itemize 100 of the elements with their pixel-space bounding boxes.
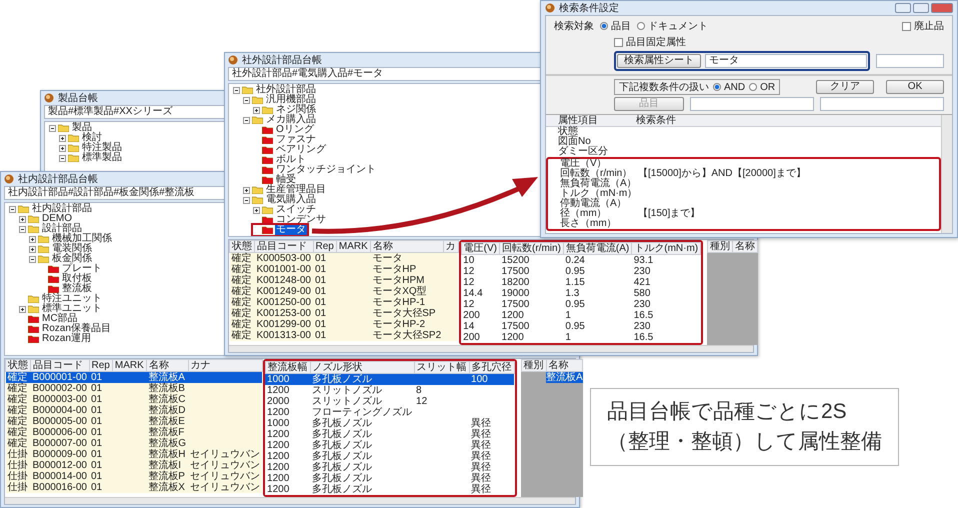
tree-item[interactable]: 取付板 bbox=[61, 274, 93, 284]
expand-icon[interactable] bbox=[59, 144, 66, 152]
maximize-button[interactable] bbox=[913, 3, 929, 13]
collapse-icon[interactable] bbox=[59, 154, 66, 162]
expand-icon[interactable] bbox=[29, 246, 36, 252]
radio-button[interactable] bbox=[749, 83, 758, 91]
clear-button[interactable]: クリア bbox=[816, 80, 874, 94]
scrollbar[interactable] bbox=[229, 345, 753, 352]
column-header[interactable]: 名称 bbox=[546, 360, 583, 372]
table-row[interactable]: 1000 多孔板ノズル 100 bbox=[265, 374, 514, 385]
radio-button[interactable] bbox=[713, 83, 721, 91]
column-header[interactable]: 名称 bbox=[370, 240, 444, 252]
table-row[interactable]: 仕掛 B000014-00 01 整流板P セイリュウバン bbox=[6, 471, 262, 482]
input-field[interactable]: モータ bbox=[705, 54, 867, 68]
column-header[interactable]: 種別 bbox=[708, 240, 733, 252]
scrollbar[interactable] bbox=[941, 115, 952, 233]
table-row[interactable]: 確定 K001299-00 01 モータHP-2 bbox=[230, 319, 458, 330]
column-header[interactable]: 無負荷電流(A) bbox=[563, 242, 632, 254]
expand-icon[interactable] bbox=[253, 206, 260, 214]
tree-item[interactable]: 汎用機部品 bbox=[265, 95, 317, 105]
column-header[interactable]: MARK bbox=[112, 360, 146, 372]
tree-item[interactable]: 板金関係 bbox=[51, 254, 93, 264]
tree-item[interactable]: スイッチ bbox=[275, 205, 317, 215]
column-header[interactable]: カナ bbox=[188, 360, 262, 372]
tree-item[interactable]: 整流板 bbox=[61, 284, 93, 294]
tree-item[interactable]: 軸受 bbox=[275, 175, 297, 185]
table-row[interactable]: 200 1200 1 16.5 bbox=[461, 332, 701, 343]
column-header[interactable]: スリット幅 bbox=[414, 362, 470, 374]
table-row[interactable]: 仕掛 B000016-00 01 整流板X セイリュウバン bbox=[6, 482, 262, 493]
tree-item[interactable]: ワンタッチジョイント bbox=[275, 165, 377, 175]
collapse-icon[interactable] bbox=[49, 124, 56, 132]
tree-item[interactable]: 電装関係 bbox=[51, 244, 93, 254]
tree-item[interactable]: Rozan運用 bbox=[41, 334, 92, 344]
tree-item[interactable]: ファスナ bbox=[275, 135, 317, 145]
collapse-icon[interactable] bbox=[29, 256, 36, 262]
column-header[interactable]: Rep bbox=[89, 360, 112, 372]
table-row[interactable]: 仕掛 B000009-00 01 整流板H セイリュウバン bbox=[6, 449, 262, 460]
column-header[interactable]: 状態 bbox=[6, 360, 30, 372]
tree-item[interactable]: Oリング bbox=[275, 125, 315, 135]
tree-item[interactable]: ボルト bbox=[275, 155, 307, 165]
table-row[interactable]: 確定 K001249-00 01 モータXQ型 bbox=[230, 286, 458, 297]
column-header[interactable]: 検索条件 bbox=[636, 115, 941, 126]
column-header[interactable]: 品目コード bbox=[254, 240, 313, 252]
tree-item[interactable]: 標準ユニット bbox=[41, 304, 103, 314]
column-header[interactable]: カ bbox=[443, 240, 458, 252]
table-row[interactable]: 確定 B000006-00 01 整流板F bbox=[6, 427, 262, 438]
checkbox[interactable] bbox=[902, 22, 911, 30]
column-header[interactable]: 名称 bbox=[732, 240, 758, 252]
tree-item[interactable]: 特注製品 bbox=[81, 143, 123, 153]
table-row[interactable]: 1200 スリットノズル 8 bbox=[265, 385, 514, 396]
expand-icon[interactable] bbox=[19, 306, 26, 312]
column-header[interactable]: 種別 bbox=[521, 360, 546, 372]
expand-icon[interactable] bbox=[19, 216, 26, 222]
checkbox[interactable] bbox=[614, 38, 623, 46]
column-header[interactable]: Rep bbox=[313, 240, 336, 252]
table-row[interactable]: 確定 B000004-00 01 整流板D bbox=[6, 405, 262, 416]
ok-button[interactable]: OK bbox=[886, 80, 944, 94]
column-header[interactable]: 整流板幅 bbox=[265, 362, 310, 374]
table-row[interactable]: 確定 B000005-00 01 整流板E bbox=[6, 416, 262, 427]
column-header[interactable]: トルク(mN·m) bbox=[632, 242, 701, 254]
table-row[interactable]: 確定 K001253-00 01 モータ大径SP bbox=[230, 308, 458, 319]
tree-item[interactable]: コンデンサ bbox=[275, 215, 327, 225]
tree-item[interactable]: DEMO bbox=[41, 214, 73, 224]
collapse-icon[interactable] bbox=[233, 86, 240, 94]
tree-item[interactable]: 製品 bbox=[71, 123, 93, 133]
table-row[interactable]: 確定 B000003-00 01 整流板C bbox=[6, 394, 262, 405]
column-header[interactable]: 電圧(V) bbox=[461, 242, 500, 254]
input-field[interactable] bbox=[876, 54, 944, 68]
table-row[interactable]: 仕掛 B000012-00 01 整流板I セイリュウバン bbox=[6, 460, 262, 471]
attribute-sheet-button[interactable]: 検索属性シート bbox=[617, 54, 701, 68]
column-header[interactable]: 品目コード bbox=[30, 360, 89, 372]
table-row[interactable]: 確定 K001248-00 01 モータHPM bbox=[230, 275, 458, 286]
column-header[interactable]: 名称 bbox=[146, 360, 188, 372]
table-row[interactable]: 確定 K001313-00 01 モータ大径SP2 bbox=[230, 330, 458, 341]
column-header[interactable]: 状態 bbox=[230, 240, 254, 252]
tree-item[interactable]: 検討 bbox=[81, 133, 103, 143]
minimize-button[interactable] bbox=[895, 3, 911, 13]
table-row[interactable]: 確定 K001250-00 01 モータHP-1 bbox=[230, 297, 458, 308]
table-row[interactable]: 確定 B000002-00 01 整流板B bbox=[6, 383, 262, 394]
column-header[interactable]: 属性項目 bbox=[558, 115, 636, 126]
column-header[interactable]: 回転数(r/min) bbox=[500, 242, 564, 254]
column-header[interactable]: ノズル形状 bbox=[310, 362, 414, 374]
tree-item[interactable]: ベアリング bbox=[275, 145, 327, 155]
table-row[interactable]: 整流板A bbox=[521, 372, 583, 383]
column-header[interactable]: MARK bbox=[336, 240, 370, 252]
column-header[interactable]: 多孔穴径 bbox=[469, 362, 514, 374]
table-row[interactable]: 確定 B000001-00 01 整流板A bbox=[6, 372, 262, 383]
tree-item[interactable]: MC部品 bbox=[41, 314, 79, 324]
table-row[interactable]: 確定 K001001-00 01 モータHP bbox=[230, 264, 458, 275]
scrollbar[interactable] bbox=[5, 497, 575, 504]
tree-item[interactable]: 標準製品 bbox=[81, 153, 123, 163]
table-row[interactable]: 確定 K000503-00 01 モータ bbox=[230, 252, 458, 264]
radio-button[interactable] bbox=[600, 22, 608, 30]
table-row[interactable]: 10 15200 0.24 93.1 bbox=[461, 254, 701, 266]
tree-item[interactable]: Rozan保養品目 bbox=[41, 324, 112, 334]
tree-item[interactable]: モータ bbox=[275, 225, 307, 235]
collapse-icon[interactable] bbox=[9, 206, 16, 212]
input-field[interactable] bbox=[820, 97, 944, 111]
tree-item[interactable]: 機械加工関係 bbox=[51, 234, 113, 244]
collapse-icon[interactable] bbox=[19, 226, 26, 232]
